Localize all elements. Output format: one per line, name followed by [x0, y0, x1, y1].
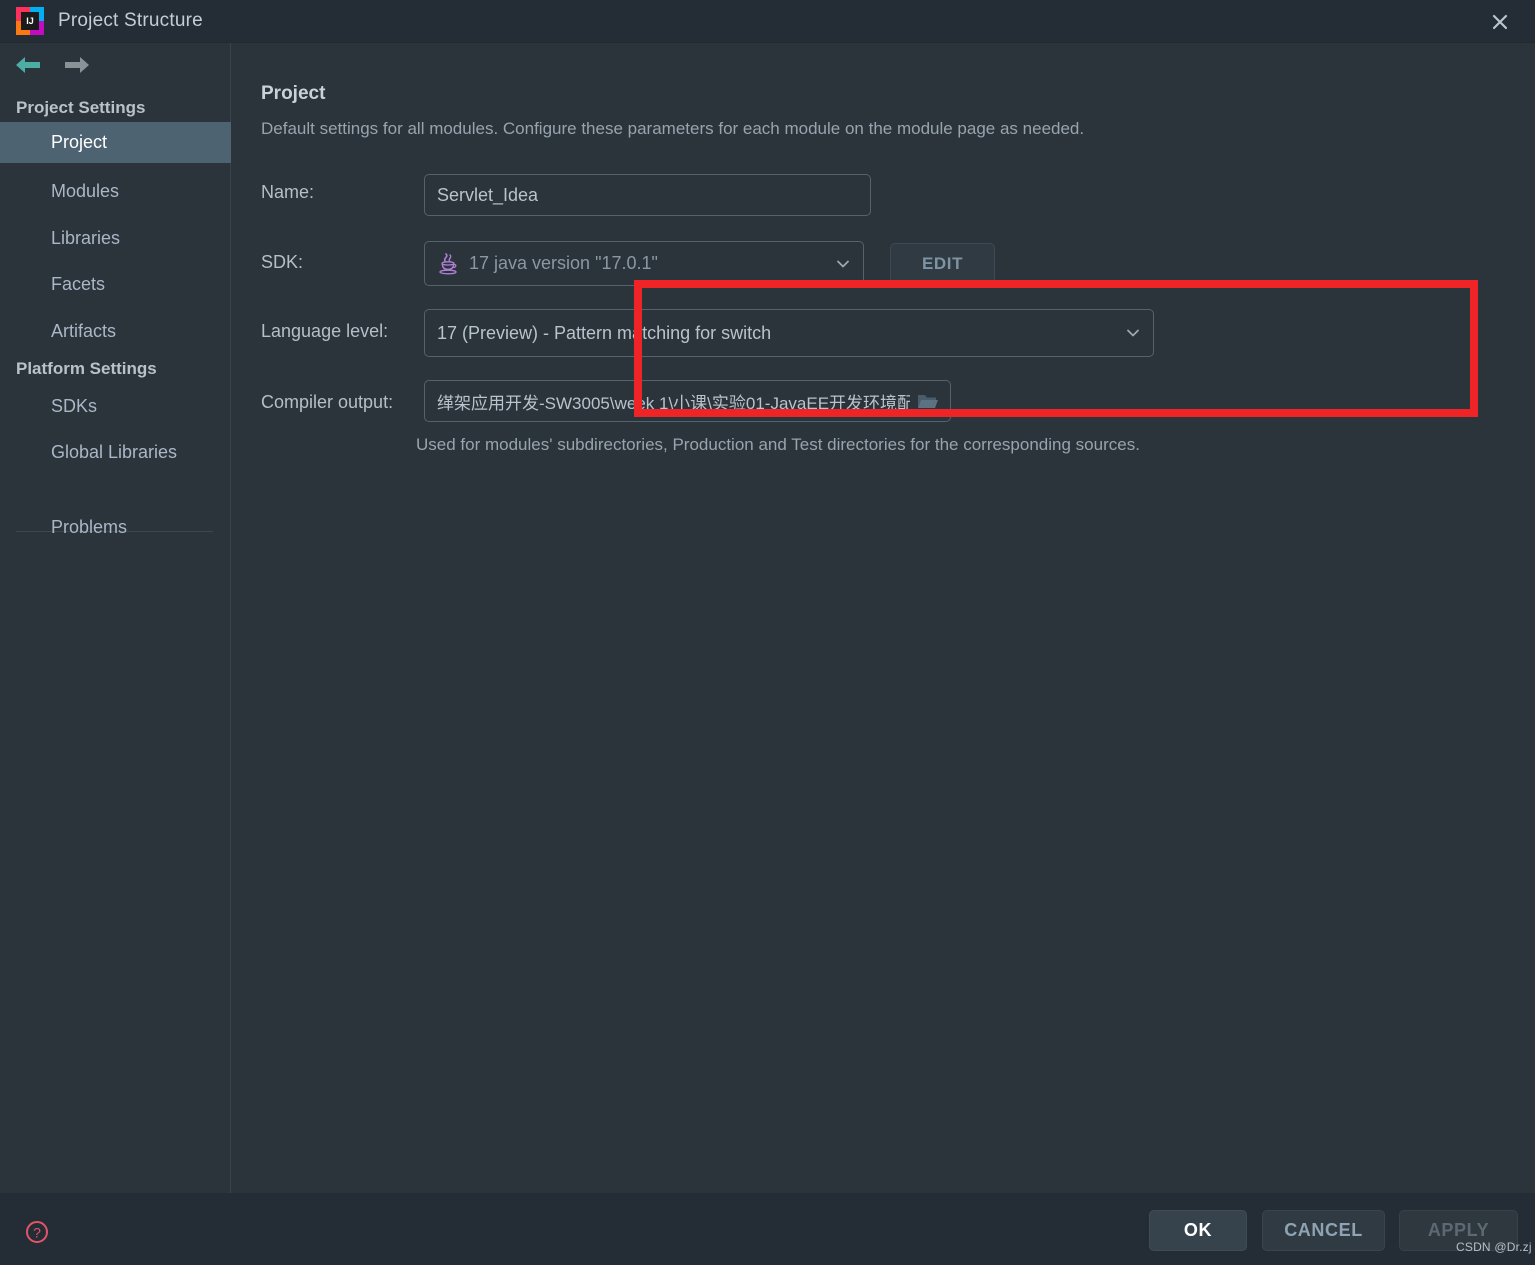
- arrow-right-icon[interactable]: [63, 55, 91, 75]
- compiler-output-label: Compiler output:: [261, 392, 394, 412]
- folder-icon[interactable]: [916, 391, 938, 411]
- sidebar-item-libraries[interactable]: Libraries: [0, 218, 231, 259]
- navigation-arrows: [14, 55, 91, 75]
- project-name-input[interactable]: Servlet_Idea: [424, 174, 871, 216]
- language-level-value: 17 (Preview) - Pattern matching for swit…: [437, 322, 772, 343]
- ok-button[interactable]: OK: [1149, 1210, 1247, 1251]
- sidebar-item-label: Facets: [51, 274, 106, 294]
- project-name-value: Servlet_Idea: [437, 184, 539, 205]
- sdk-value: 17 java version "17.0.1": [469, 253, 658, 273]
- chevron-down-icon: [1127, 329, 1139, 337]
- help-circle-icon: ?: [26, 1221, 48, 1243]
- sidebar-item-problems[interactable]: Problems: [0, 507, 231, 548]
- sidebar-item-global-libraries[interactable]: Global Libraries: [0, 432, 231, 473]
- sidebar-item-artifacts[interactable]: Artifacts: [0, 311, 231, 352]
- sidebar-item-label: SDKs: [51, 396, 98, 416]
- title-bar: IJ Project Structure: [0, 0, 1535, 43]
- chevron-down-icon: [837, 260, 849, 267]
- name-label: Name:: [261, 182, 315, 202]
- sidebar-item-label: Problems: [51, 517, 128, 537]
- sdk-label: SDK:: [261, 252, 304, 272]
- sidebar: Project Settings Project Modules Librari…: [0, 43, 231, 1193]
- sidebar-item-facets[interactable]: Facets: [0, 264, 231, 305]
- cancel-button[interactable]: CANCEL: [1262, 1210, 1385, 1251]
- sdk-combobox[interactable]: 17 java version "17.0.1": [424, 241, 864, 286]
- compiler-output-value: 缂架应用开发-SW3005\week 1\小课\实验01-JavaEE开发环境配…: [437, 393, 910, 413]
- sidebar-item-label: Global Libraries: [51, 442, 178, 462]
- logo-label: IJ: [21, 12, 39, 30]
- main-panel: Project Default settings for all modules…: [231, 43, 1535, 1193]
- sidebar-item-modules[interactable]: Modules: [0, 171, 231, 212]
- intellij-idea-logo-icon: IJ: [16, 7, 44, 35]
- svg-text:?: ?: [33, 1225, 41, 1241]
- page-description: Default settings for all modules. Config…: [261, 119, 1085, 138]
- sidebar-item-label: Libraries: [51, 228, 121, 248]
- help-button[interactable]: ?: [24, 1219, 50, 1245]
- project-structure-dialog: IJ Project Structure Project Settings Pr…: [0, 0, 1535, 1265]
- language-level-combobox[interactable]: 17 (Preview) - Pattern matching for swit…: [424, 309, 1154, 357]
- sidebar-item-label: Artifacts: [51, 321, 117, 341]
- close-icon: [1492, 14, 1508, 29]
- language-level-label: Language level:: [261, 321, 389, 341]
- close-button[interactable]: [1465, 0, 1535, 43]
- compiler-output-input[interactable]: 缂架应用开发-SW3005\week 1\小课\实验01-JavaEE开发环境配…: [424, 380, 951, 422]
- sidebar-item-sdks[interactable]: SDKs: [0, 386, 231, 427]
- page-title: Project: [261, 83, 326, 104]
- sidebar-item-project[interactable]: Project: [0, 122, 231, 163]
- arrow-left-icon[interactable]: [14, 55, 42, 75]
- compiler-output-hint: Used for modules' subdirectories, Produc…: [416, 435, 1140, 454]
- sidebar-group-platform-settings: Platform Settings: [16, 359, 157, 378]
- sidebar-group-project-settings: Project Settings: [16, 98, 146, 117]
- sidebar-item-label: Project: [51, 132, 108, 152]
- watermark: CSDN @Dr.zj: [1456, 1240, 1532, 1254]
- edit-sdk-button[interactable]: EDIT: [890, 243, 995, 284]
- java-icon: [439, 252, 457, 274]
- window-title: Project Structure: [58, 10, 203, 31]
- sidebar-item-label: Modules: [51, 181, 120, 201]
